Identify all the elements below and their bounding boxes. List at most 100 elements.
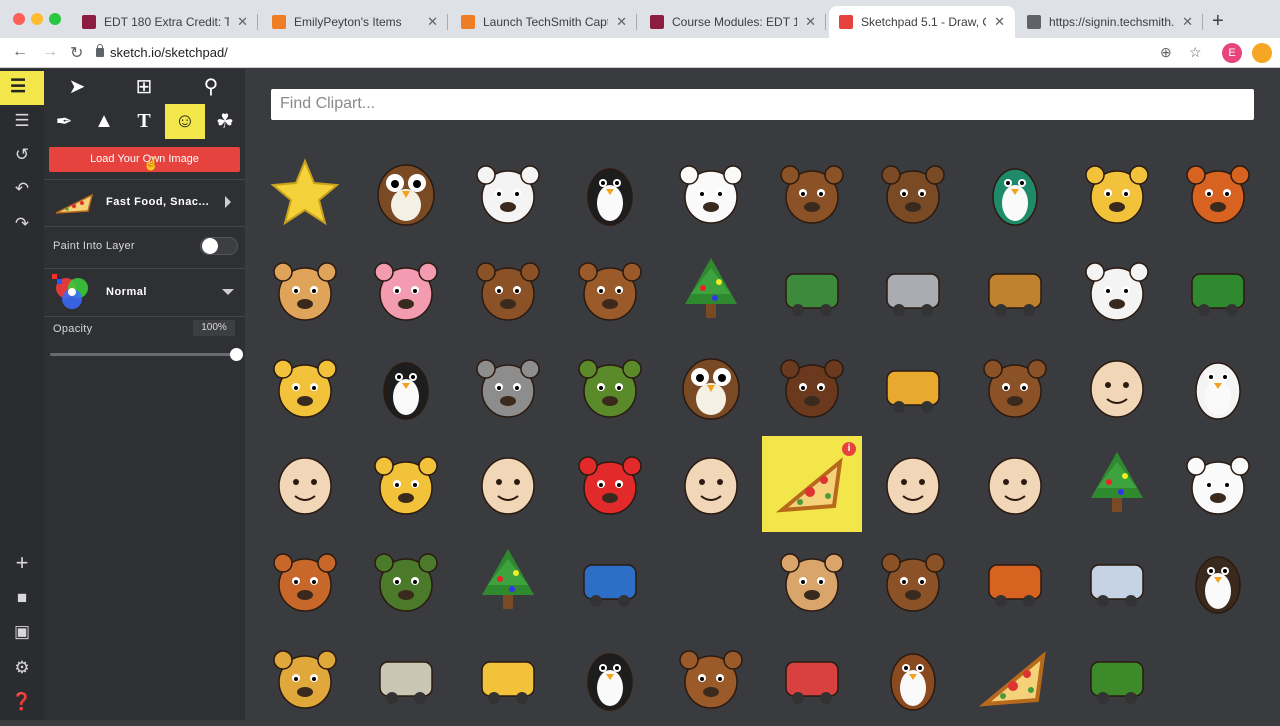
browser-tab[interactable]: Course Modules: EDT 180 ✕ — [640, 6, 826, 38]
clipart-item[interactable] — [255, 436, 355, 532]
clipart-item[interactable] — [560, 145, 660, 241]
clipart-item[interactable] — [1168, 436, 1268, 532]
opacity-slider[interactable] — [50, 348, 243, 361]
forward-icon[interactable]: → — [42, 43, 58, 61]
clipart-item[interactable] — [1067, 339, 1167, 435]
clipart-item[interactable] — [356, 242, 456, 338]
clipart-item[interactable] — [661, 436, 761, 532]
clipart-item[interactable] — [458, 630, 558, 726]
save-icon[interactable]: ▣ — [10, 620, 34, 644]
clipart-item[interactable] — [255, 145, 355, 241]
clipart-item[interactable] — [458, 533, 558, 629]
clipart-category-selector[interactable]: Fast Food, Snac... — [44, 181, 245, 226]
clipart-item[interactable]: i — [762, 436, 862, 532]
add-icon[interactable]: + — [10, 551, 34, 575]
new-tab-button[interactable]: + — [1212, 10, 1224, 33]
close-tab-icon[interactable]: ✕ — [1182, 14, 1193, 30]
undo-icon[interactable]: ↶ — [10, 177, 34, 201]
opacity-value[interactable]: 100% — [193, 320, 235, 336]
redo-icon[interactable]: ↷ — [10, 212, 34, 236]
clipart-item[interactable] — [1067, 145, 1167, 241]
clipart-item[interactable] — [661, 339, 761, 435]
clipart-item[interactable] — [863, 242, 963, 338]
close-window-button[interactable] — [13, 13, 25, 25]
clipart-item[interactable] — [560, 339, 660, 435]
clipart-item[interactable] — [356, 145, 456, 241]
clipart-item[interactable] — [762, 533, 862, 629]
zoom-window-button[interactable] — [49, 13, 61, 25]
opacity-slider-handle[interactable] — [230, 348, 243, 361]
browser-tab[interactable]: Launch TechSmith Captur ✕ — [451, 6, 637, 38]
clipart-item[interactable] — [965, 242, 1065, 338]
clipart-item[interactable] — [1067, 630, 1167, 726]
clipart-item[interactable] — [560, 533, 660, 629]
sketchpad-logo[interactable]: ☰ — [0, 71, 54, 105]
folder-icon[interactable]: ■ — [10, 586, 34, 610]
clipart-item[interactable] — [965, 145, 1065, 241]
close-tab-icon[interactable]: ✕ — [427, 14, 438, 30]
clipart-item[interactable] — [863, 436, 963, 532]
browser-tab[interactable]: https://signin.techsmith.c ✕ — [1017, 6, 1203, 38]
clipart-item[interactable] — [458, 145, 558, 241]
zoom-tool-icon[interactable]: ⚲ — [191, 69, 231, 104]
clipart-item[interactable] — [661, 145, 761, 241]
browser-tab[interactable]: EDT 180 Extra Credit: Tuto ✕ — [72, 6, 258, 38]
brush-tool-icon[interactable]: ✒ — [44, 104, 84, 139]
clipart-item[interactable] — [762, 242, 862, 338]
close-tab-icon[interactable]: ✕ — [805, 14, 816, 30]
clipart-item[interactable] — [1168, 242, 1268, 338]
layers-icon[interactable]: ☰ — [10, 109, 34, 133]
clipart-item[interactable] — [255, 339, 355, 435]
clipart-item[interactable] — [863, 533, 963, 629]
help-icon[interactable]: ❓ — [10, 690, 34, 714]
clipart-item[interactable] — [560, 242, 660, 338]
bookmark-star-icon[interactable]: ☆ — [1189, 44, 1202, 61]
blend-mode-selector[interactable]: Normal — [44, 270, 245, 315]
clipart-item[interactable] — [560, 436, 660, 532]
reload-icon[interactable]: ↻ — [70, 43, 83, 63]
clipart-item[interactable] — [965, 533, 1065, 629]
close-tab-icon[interactable]: ✕ — [616, 14, 627, 30]
clipart-item[interactable] — [356, 630, 456, 726]
back-icon[interactable]: ← — [12, 43, 28, 61]
install-app-icon[interactable]: ⊕ — [1160, 44, 1172, 61]
clipart-item[interactable] — [863, 630, 963, 726]
url-field[interactable]: sketch.io/sketchpad/ — [110, 45, 228, 60]
minimize-window-button[interactable] — [31, 13, 43, 25]
clipart-search-input[interactable]: Find Clipart... — [271, 89, 1254, 120]
fill-tool-icon[interactable]: ☘ — [205, 104, 245, 139]
clipart-item[interactable] — [762, 630, 862, 726]
shape-tool-icon[interactable]: ▲ — [84, 104, 124, 139]
close-tab-icon[interactable]: ✕ — [994, 14, 1005, 30]
crop-tool-icon[interactable]: ⊞ — [124, 69, 164, 104]
clipart-item[interactable] — [965, 630, 1065, 726]
clipart-item[interactable] — [255, 242, 355, 338]
clipart-item[interactable] — [255, 630, 355, 726]
clipart-tool-icon[interactable]: ☺ — [165, 104, 205, 139]
clipart-item[interactable] — [1067, 242, 1167, 338]
info-icon[interactable]: i — [842, 442, 856, 456]
clipart-item[interactable] — [458, 436, 558, 532]
clipart-item[interactable] — [762, 339, 862, 435]
paint-into-layer-toggle[interactable] — [200, 237, 238, 255]
clipart-item[interactable] — [1168, 533, 1268, 629]
text-tool-icon[interactable]: T — [124, 104, 164, 139]
clipart-item[interactable] — [965, 436, 1065, 532]
clipart-item[interactable] — [560, 630, 660, 726]
profile-avatar[interactable]: E — [1222, 43, 1242, 63]
select-tool-icon[interactable]: ➤ — [57, 69, 97, 104]
extension-icon[interactable] — [1252, 43, 1272, 63]
browser-tab[interactable]: EmilyPeyton's Items ✕ — [262, 6, 448, 38]
close-tab-icon[interactable]: ✕ — [237, 14, 248, 30]
clipart-item[interactable] — [1067, 436, 1167, 532]
clipart-item[interactable] — [965, 339, 1065, 435]
clipart-item[interactable] — [356, 339, 456, 435]
clipart-item[interactable] — [356, 436, 456, 532]
clipart-item[interactable] — [356, 533, 456, 629]
clipart-item[interactable] — [1168, 339, 1268, 435]
clipart-item[interactable] — [762, 145, 862, 241]
clipart-item[interactable] — [863, 339, 963, 435]
history-icon[interactable]: ↺ — [10, 143, 34, 167]
clipart-item[interactable] — [1168, 145, 1268, 241]
clipart-item[interactable] — [458, 339, 558, 435]
